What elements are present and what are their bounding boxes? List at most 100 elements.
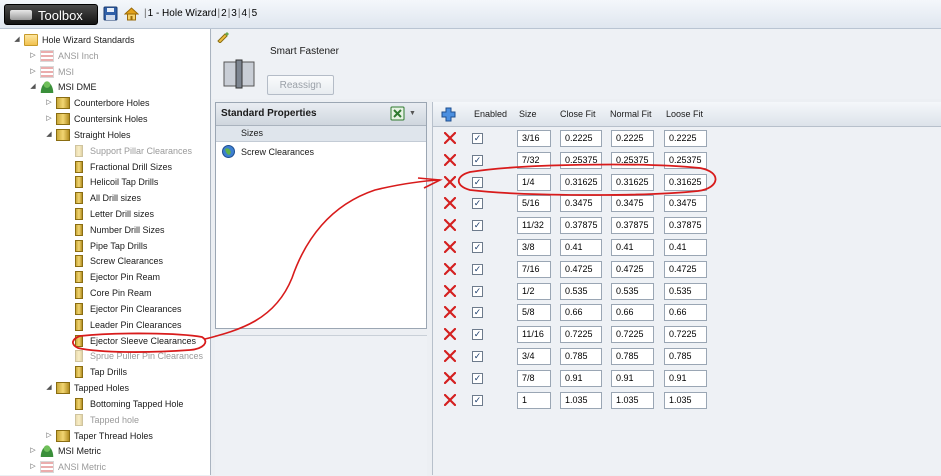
normal-fit-cell[interactable]: 0.41 [611, 239, 654, 256]
normal-fit-cell[interactable]: 0.66 [611, 304, 654, 322]
loose-fit-cell[interactable]: 1.035 [664, 391, 707, 409]
enabled-checkbox[interactable]: ✓ [472, 394, 483, 406]
loose-fit-cell[interactable]: 0.37875 [664, 217, 707, 235]
loose-fit-cell[interactable]: 0.31625 [664, 173, 707, 191]
expand-arrow-icon[interactable]: ▷ [44, 95, 54, 111]
size-cell[interactable]: 7/32 [517, 151, 551, 169]
size-cell[interactable]: 11/16 [517, 326, 551, 344]
expand-arrow-icon[interactable]: ▷ [44, 428, 54, 444]
save-icon[interactable] [103, 6, 118, 21]
delete-row-icon[interactable] [444, 175, 456, 188]
close-fit-cell[interactable]: 0.3475 [560, 195, 602, 213]
size-cell[interactable]: 5/16 [517, 195, 551, 213]
close-fit-cell[interactable]: 0.91 [560, 369, 602, 387]
delete-row-icon[interactable] [444, 328, 456, 341]
reassign-button[interactable]: Reassign [267, 75, 334, 95]
expand-arrow-icon[interactable]: ▷ [28, 48, 38, 64]
size-cell[interactable]: 1/4 [517, 173, 551, 191]
size-cell[interactable]: 7/8 [517, 369, 551, 387]
size-cell[interactable]: 3/8 [517, 239, 551, 256]
tab-hole-wizard[interactable]: 1 - Hole Wizard [148, 8, 217, 19]
normal-fit-cell[interactable]: 0.37875 [611, 217, 654, 235]
normal-fit-cell[interactable]: 0.4725 [611, 260, 654, 278]
enabled-checkbox[interactable]: ✓ [472, 307, 483, 319]
close-fit-cell[interactable]: 0.37875 [560, 217, 602, 235]
normal-fit-cell[interactable]: 0.2225 [611, 130, 654, 147]
delete-row-icon[interactable] [444, 132, 456, 144]
enabled-checkbox[interactable]: ✓ [472, 351, 483, 362]
expand-arrow-icon[interactable]: ▷ [28, 443, 38, 459]
delete-row-icon[interactable] [444, 153, 456, 166]
delete-row-icon[interactable] [444, 219, 456, 232]
close-fit-cell[interactable]: 0.25375 [560, 151, 602, 169]
expand-arrow-icon[interactable]: ▷ [28, 459, 38, 475]
tab-5[interactable]: 5 [252, 8, 258, 19]
enabled-checkbox[interactable]: ✓ [472, 242, 483, 253]
size-cell[interactable]: 11/32 [517, 217, 551, 235]
delete-row-icon[interactable] [444, 241, 456, 253]
pencil-icon[interactable] [216, 31, 230, 43]
loose-fit-cell[interactable]: 0.2225 [664, 130, 707, 147]
loose-fit-cell[interactable]: 0.4725 [664, 260, 707, 278]
collapse-arrow-icon[interactable]: ◢ [44, 127, 54, 143]
close-fit-cell[interactable]: 0.2225 [560, 130, 602, 147]
delete-row-icon[interactable] [444, 350, 456, 362]
close-fit-cell[interactable]: 0.41 [560, 239, 602, 256]
loose-fit-cell[interactable]: 0.3475 [664, 195, 707, 213]
add-row-icon[interactable] [441, 107, 456, 122]
collapse-arrow-icon[interactable]: ◢ [12, 32, 22, 48]
normal-fit-cell[interactable]: 0.3475 [611, 195, 654, 213]
loose-fit-cell[interactable]: 0.25375 [664, 151, 707, 169]
close-fit-cell[interactable]: 0.785 [560, 348, 602, 365]
enabled-checkbox[interactable]: ✓ [472, 176, 483, 188]
loose-fit-cell[interactable]: 0.7225 [664, 326, 707, 344]
normal-fit-cell[interactable]: 0.25375 [611, 151, 654, 169]
close-fit-cell[interactable]: 0.535 [560, 282, 602, 300]
enabled-checkbox[interactable]: ✓ [472, 329, 483, 341]
close-fit-cell[interactable]: 0.66 [560, 304, 602, 322]
normal-fit-cell[interactable]: 0.91 [611, 369, 654, 387]
delete-row-icon[interactable] [444, 306, 456, 319]
enabled-checkbox[interactable]: ✓ [472, 372, 483, 384]
close-fit-cell[interactable]: 0.31625 [560, 173, 602, 191]
size-cell[interactable]: 3/4 [517, 348, 551, 365]
loose-fit-cell[interactable]: 0.41 [664, 239, 707, 256]
enabled-checkbox[interactable]: ✓ [472, 133, 483, 144]
close-fit-cell[interactable]: 1.035 [560, 391, 602, 409]
normal-fit-cell[interactable]: 0.7225 [611, 326, 654, 344]
close-fit-cell[interactable]: 0.7225 [560, 326, 602, 344]
normal-fit-cell[interactable]: 0.31625 [611, 173, 654, 191]
size-cell[interactable]: 5/8 [517, 304, 551, 322]
loose-fit-cell[interactable]: 0.535 [664, 282, 707, 300]
normal-fit-cell[interactable]: 1.035 [611, 391, 654, 409]
size-cell[interactable]: 3/16 [517, 130, 551, 147]
loose-fit-cell[interactable]: 0.91 [664, 369, 707, 387]
normal-fit-cell[interactable]: 0.535 [611, 282, 654, 300]
toolbox-button[interactable]: Toolbox [4, 4, 98, 25]
size-cell[interactable]: 1/2 [517, 282, 551, 300]
expand-arrow-icon[interactable]: ▷ [28, 64, 38, 80]
enabled-checkbox[interactable]: ✓ [472, 220, 483, 232]
delete-row-icon[interactable] [444, 371, 456, 384]
home-icon[interactable] [124, 6, 139, 21]
chevron-down-icon[interactable]: ▼ [409, 110, 416, 117]
collapse-arrow-icon[interactable]: ◢ [28, 79, 38, 95]
enabled-checkbox[interactable]: ✓ [472, 285, 483, 297]
loose-fit-cell[interactable]: 0.66 [664, 304, 707, 322]
loose-fit-cell[interactable]: 0.785 [664, 348, 707, 365]
excel-icon[interactable] [390, 106, 405, 121]
delete-row-icon[interactable] [444, 393, 456, 406]
delete-row-icon[interactable] [444, 262, 456, 275]
size-cell[interactable]: 1 [517, 391, 551, 409]
close-fit-cell[interactable]: 0.4725 [560, 260, 602, 278]
enabled-checkbox[interactable]: ✓ [472, 263, 483, 275]
enabled-checkbox[interactable]: ✓ [472, 198, 483, 210]
delete-row-icon[interactable] [444, 197, 456, 210]
delete-row-icon[interactable] [444, 284, 456, 297]
size-cell[interactable]: 7/16 [517, 260, 551, 278]
expand-arrow-icon[interactable]: ▷ [44, 111, 54, 127]
tab-2[interactable]: 2 [221, 8, 227, 19]
collapse-arrow-icon[interactable]: ◢ [44, 380, 54, 396]
normal-fit-cell[interactable]: 0.785 [611, 348, 654, 365]
enabled-checkbox[interactable]: ✓ [472, 154, 483, 166]
